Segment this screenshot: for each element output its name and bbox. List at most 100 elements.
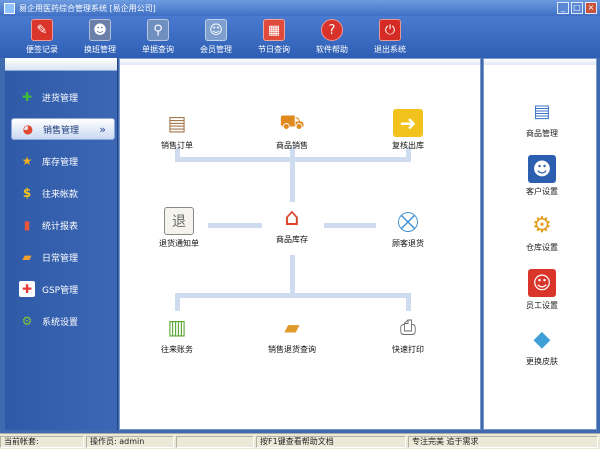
module-warehouse-settings[interactable]: ⚙ 仓库设置 bbox=[506, 211, 578, 253]
status-account: 当前帐套: bbox=[0, 435, 84, 448]
module-label: 客户设置 bbox=[526, 187, 558, 196]
calendar-icon: ▦ bbox=[263, 19, 285, 41]
order-box-icon: ▤ bbox=[167, 111, 187, 135]
module-label: 复核出库 bbox=[392, 141, 424, 150]
module-sales-return-query[interactable]: ▰ 销售退货查询 bbox=[257, 313, 327, 355]
window-title: 易企用医药综合管理系统 [易企用公司] bbox=[19, 3, 156, 13]
sidebar-item-reports[interactable]: ▮ 统计报表 bbox=[11, 214, 115, 236]
power-icon: ⏻ bbox=[379, 19, 401, 41]
sidebar-item-label: 库存管理 bbox=[42, 157, 79, 168]
sidebar-item-gsp[interactable]: ✚ GSP管理 bbox=[11, 278, 115, 300]
toolbar-label: 退出系统 bbox=[374, 45, 406, 54]
minimize-button[interactable]: _ bbox=[557, 2, 569, 14]
module-accounts[interactable]: ▥ 往来账务 bbox=[142, 313, 212, 355]
members-icon: ☺ bbox=[205, 19, 227, 41]
module-label: 仓库设置 bbox=[526, 243, 558, 252]
module-label: 商品库存 bbox=[276, 235, 308, 244]
module-quick-print[interactable]: ⎙ 快速打印 bbox=[373, 313, 443, 355]
close-button[interactable]: × bbox=[585, 2, 597, 14]
module-review-outbound[interactable]: ➜ 复核出库 bbox=[373, 109, 443, 151]
sidebar-header bbox=[5, 58, 117, 71]
product-catalog-icon: ▤ bbox=[533, 100, 551, 122]
folder-icon: ▰ bbox=[22, 250, 32, 264]
module-label: 销售退货查询 bbox=[268, 345, 316, 354]
toolbar-help-button[interactable]: ? 软件帮助 bbox=[310, 16, 354, 58]
module-customer-settings[interactable]: ☻ 客户设置 bbox=[506, 155, 578, 197]
cart-remove-icon: ⛒ bbox=[397, 209, 419, 233]
sidebar-item-label: 进货管理 bbox=[42, 93, 79, 104]
toolbar-shift-button[interactable]: ☻ 换班管理 bbox=[78, 16, 122, 58]
warehouse-house-icon: ⌂ bbox=[284, 203, 300, 231]
sidebar-item-settings[interactable]: ⚙ 系统设置 bbox=[11, 310, 115, 332]
staff-icon: ☺ bbox=[528, 269, 556, 297]
module-change-skin[interactable]: ◆ 更换皮肤 bbox=[506, 325, 578, 367]
toolbar-label: 换班管理 bbox=[84, 45, 116, 54]
notepad-icon: ✎ bbox=[31, 19, 53, 41]
toolbar-label: 节日查询 bbox=[258, 45, 290, 54]
plus-icon: ✚ bbox=[21, 90, 33, 104]
return-notice-icon: 退 bbox=[164, 207, 194, 235]
folders-query-icon: ▰ bbox=[284, 315, 300, 339]
sidebar-item-daily[interactable]: ▰ 日常管理 bbox=[11, 246, 115, 268]
sidebar-item-sales[interactable]: ◕ 销售管理 » bbox=[11, 118, 115, 140]
module-label: 快速打印 bbox=[392, 345, 424, 354]
cube-icon: ◆ bbox=[533, 326, 551, 352]
flow-connector-left bbox=[208, 223, 262, 228]
module-product-management[interactable]: ▤ 商品管理 bbox=[506, 97, 578, 139]
sales-flow-panel: ▤ 销售订单 ⛟ 商品销售 ➜ 复核出库 退 退货通知单 ⌂ 商品库存 ⛒ 顾客… bbox=[119, 58, 481, 430]
center-panel-header bbox=[120, 59, 480, 65]
flow-connector bbox=[406, 293, 411, 311]
module-staff-settings[interactable]: ☺ 员工设置 bbox=[506, 269, 578, 311]
module-label: 往来账务 bbox=[161, 345, 193, 354]
sidebar-item-label: 销售管理 bbox=[43, 125, 80, 136]
flow-connector bbox=[175, 293, 180, 311]
folder-arrow-icon: ➜ bbox=[393, 109, 423, 137]
main-toolbar: ✎ 便签记录 ☻ 换班管理 ⚲ 单据查询 ☺ 会员管理 ▦ 节日查询 ? 软件帮… bbox=[0, 16, 600, 58]
module-product-inventory[interactable]: ⌂ 商品库存 bbox=[257, 203, 327, 245]
toolbar-label: 单据查询 bbox=[142, 45, 174, 54]
star-icon: ★ bbox=[21, 154, 33, 168]
flow-connector-right bbox=[324, 223, 376, 228]
sidebar-item-label: 统计报表 bbox=[42, 221, 79, 232]
module-sales-order[interactable]: ▤ 销售订单 bbox=[142, 109, 212, 151]
sidebar-item-label: GSP管理 bbox=[42, 285, 79, 296]
status-slogan: 专注完美 追于需求 bbox=[408, 435, 598, 448]
medical-kit-icon: ✚ bbox=[19, 281, 35, 297]
maximize-button[interactable]: □ bbox=[571, 2, 583, 14]
gear-icon: ⚙ bbox=[21, 314, 33, 328]
sidebar-item-label: 日常管理 bbox=[42, 253, 79, 264]
module-label: 商品管理 bbox=[526, 129, 558, 138]
customers-icon: ☻ bbox=[528, 155, 556, 183]
module-label: 更换皮肤 bbox=[526, 357, 558, 366]
flow-connector bbox=[290, 255, 295, 295]
bar-chart-icon: ▮ bbox=[23, 218, 31, 232]
module-label: 退货通知单 bbox=[159, 239, 199, 248]
title-bar: 易企用医药综合管理系统 [易企用公司] _ □ × bbox=[0, 0, 600, 16]
toolbar-holiday-button[interactable]: ▦ 节日查询 bbox=[252, 16, 296, 58]
sidebar-item-label: 系统设置 bbox=[42, 317, 79, 328]
chevron-right-icon: » bbox=[99, 122, 106, 136]
flow-connector-bottom bbox=[175, 293, 411, 298]
flow-connector bbox=[290, 147, 295, 202]
module-label: 销售订单 bbox=[161, 141, 193, 150]
module-customer-return[interactable]: ⛒ 顾客退货 bbox=[373, 207, 443, 249]
module-product-sales[interactable]: ⛟ 商品销售 bbox=[257, 109, 327, 151]
sidebar-item-purchase[interactable]: ✚ 进货管理 bbox=[11, 86, 115, 108]
toolbar-notes-button[interactable]: ✎ 便签记录 bbox=[20, 16, 64, 58]
toolbar-exit-button[interactable]: ⏻ 退出系统 bbox=[368, 16, 412, 58]
status-bar: 当前帐套: 操作员: admin 按F1键查看帮助文档 专注完美 追于需求 bbox=[0, 433, 600, 449]
module-return-notice[interactable]: 退 退货通知单 bbox=[144, 207, 214, 249]
module-label: 商品销售 bbox=[276, 141, 308, 150]
truck-icon: ⛟ bbox=[279, 109, 305, 134]
sidebar-item-accounts[interactable]: $ 往来帐款 bbox=[11, 182, 115, 204]
help-icon: ? bbox=[321, 19, 343, 41]
warehouse-gear-icon: ⚙ bbox=[532, 212, 552, 238]
toolbar-label: 软件帮助 bbox=[316, 45, 348, 54]
sidebar-item-inventory[interactable]: ★ 库存管理 bbox=[11, 150, 115, 172]
toolbar-document-query-button[interactable]: ⚲ 单据查询 bbox=[136, 16, 180, 58]
toolbar-member-button[interactable]: ☺ 会员管理 bbox=[194, 16, 238, 58]
toolbar-label: 便签记录 bbox=[26, 45, 58, 54]
status-empty-cell bbox=[176, 435, 254, 448]
module-label: 顾客退货 bbox=[392, 239, 424, 248]
window-controls: _ □ × bbox=[557, 2, 597, 14]
